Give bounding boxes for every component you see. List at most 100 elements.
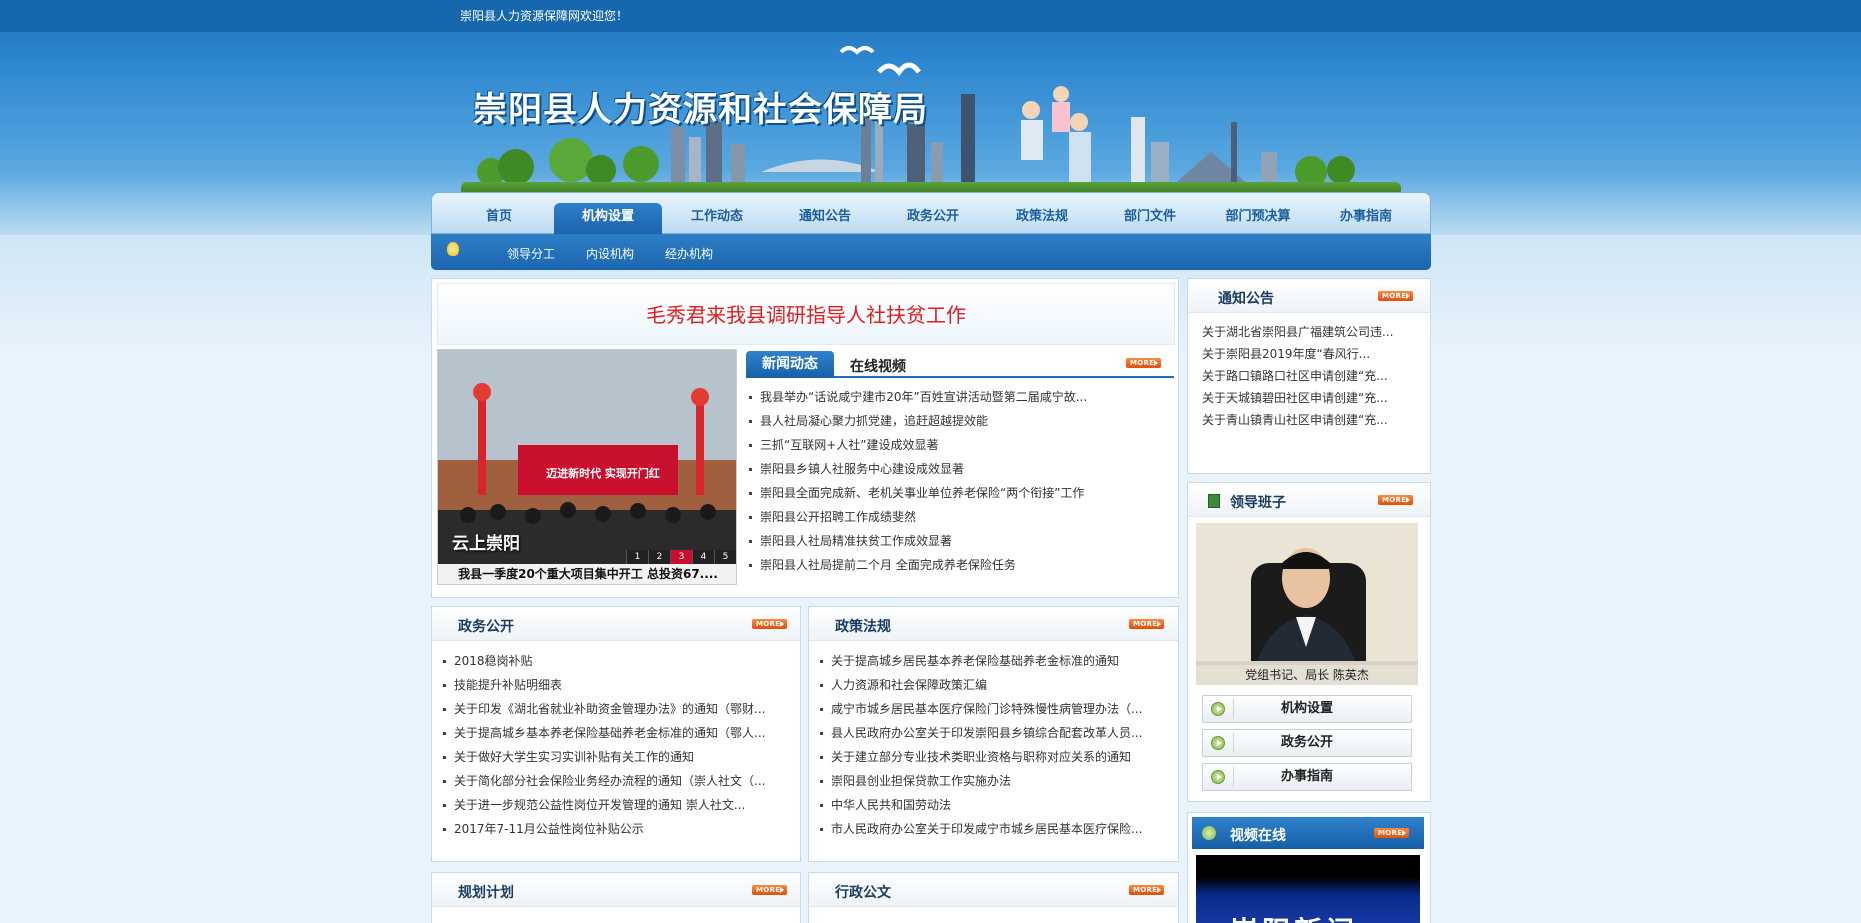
list-item[interactable]: 崇阳县创业担保贷款工作实施办法	[817, 769, 1167, 793]
video-more-button[interactable]: MORE	[1374, 828, 1409, 838]
notices-title: 通知公告	[1218, 291, 1274, 307]
list-item[interactable]: 关于崇阳县2019年度“春风行...	[1202, 343, 1424, 365]
welcome-text: 崇阳县人力资源保障网欢迎您！	[460, 9, 629, 23]
list-item[interactable]: 关于简化部分社会保险业务经办流程的通知（崇人社文（...	[440, 769, 788, 793]
list-item[interactable]: 崇阳县乡镇人社服务中心建设成效显著	[746, 457, 1166, 481]
notices-more-button[interactable]: MORE	[1378, 291, 1413, 301]
gov-open-list: 2018稳岗补贴 技能提升补贴明细表 关于印发《湖北省就业补助资金管理办法》的通…	[440, 649, 788, 841]
gov-open-label: 政务公开	[1280, 735, 1333, 750]
planning-panel: 规划计划 MORE	[431, 872, 801, 923]
policy-title: 政策法规	[835, 619, 891, 635]
leader-portrait	[1196, 523, 1418, 685]
slide-page-2[interactable]: 2	[648, 550, 670, 564]
admin-docs-more-button[interactable]: MORE	[1129, 885, 1164, 895]
video-title: 视频在线	[1230, 828, 1286, 844]
list-item[interactable]: 县人民政府办公室关于印发崇阳县乡镇综合配套改革人员...	[817, 721, 1167, 745]
headline[interactable]: 毛秀君来我县调研指导人社扶贫工作	[437, 283, 1175, 345]
list-item[interactable]: 崇阳县全面完成新、老机关事业单位养老保险“两个衔接”工作	[746, 481, 1166, 505]
nav-item-dept-docs[interactable]: 部门文件	[1096, 205, 1204, 224]
video-screen-text: 崇阳新闻	[1230, 910, 1358, 923]
leaders-title: 领导班子	[1230, 495, 1286, 511]
notices-list: 关于湖北省崇阳县广福建筑公司违... 关于崇阳县2019年度“春风行... 关于…	[1202, 321, 1424, 431]
nav-item-gov-open[interactable]: 政务公开	[879, 205, 987, 224]
list-item[interactable]: 人力资源和社会保障政策汇编	[817, 673, 1167, 697]
planning-header: 规划计划 MORE	[432, 873, 800, 907]
gov-open-more-button[interactable]: MORE	[752, 619, 787, 629]
policy-more-button[interactable]: MORE	[1129, 619, 1164, 629]
list-item[interactable]: 市人民政府办公室关于印发咸宁市城乡居民基本医疗保险...	[817, 817, 1167, 841]
slide-page-5[interactable]: 5	[714, 550, 736, 564]
nav-item-org[interactable]: 机构设置	[554, 203, 662, 235]
nav-item-notices[interactable]: 通知公告	[771, 205, 879, 224]
gov-open-panel: 政务公开 MORE 2018稳岗补贴 技能提升补贴明细表 关于印发《湖北省就业补…	[431, 606, 801, 862]
play-icon	[1202, 826, 1216, 840]
tab-video[interactable]: 在线视频	[850, 356, 906, 376]
policy-list: 关于提高城乡居民基本养老保险基础养老金标准的通知 人力资源和社会保障政策汇编 咸…	[817, 649, 1167, 841]
leaders-more-button[interactable]: MORE	[1378, 495, 1413, 505]
notices-header: 通知公告 MORE	[1188, 279, 1430, 313]
nav-item-guide[interactable]: 办事指南	[1312, 205, 1420, 224]
list-item[interactable]: 崇阳县公开招聘工作成绩斐然	[746, 505, 1166, 529]
list-item[interactable]: 我县举办“话说咸宁建市20年”百姓宣讲活动暨第二届咸宁故...	[746, 385, 1166, 409]
list-item[interactable]: 关于印发《湖北省就业补助资金管理办法》的通知（鄂财...	[440, 697, 788, 721]
list-item[interactable]: 关于建立部分专业技术类职业资格与职称对应关系的通知	[817, 745, 1167, 769]
news-panel: 毛秀君来我县调研指导人社扶贫工作 迈进新时代 实现开门红 云上崇阳 1 2 3 …	[431, 278, 1179, 598]
tab-news[interactable]: 新闻动态	[746, 351, 834, 378]
org-setup-label: 机构设置	[1280, 701, 1333, 716]
nav-item-policy[interactable]: 政策法规	[988, 205, 1096, 224]
slideshow[interactable]: 迈进新时代 实现开门红 云上崇阳 1 2 3 4 5 我县一季度20个重大项目集…	[437, 349, 737, 585]
list-item[interactable]: 2018稳岗补贴	[440, 649, 788, 673]
nav-item-budget[interactable]: 部门预决算	[1204, 205, 1312, 224]
list-item[interactable]: 关于青山镇青山社区申请创建“充...	[1202, 409, 1424, 431]
video-header: 视频在线 MORE	[1192, 817, 1424, 849]
list-item[interactable]: 关于路口镇路口社区申请创建“充...	[1202, 365, 1424, 387]
list-item[interactable]: 关于天城镇碧田社区申请创建“充...	[1202, 387, 1424, 409]
planning-title: 规划计划	[458, 885, 514, 901]
list-item[interactable]: 崇阳县人社局精准扶贫工作成效显著	[746, 529, 1166, 553]
subnav-agencies[interactable]: 经办机构	[665, 245, 713, 262]
video-player[interactable]: 崇阳新闻	[1196, 855, 1420, 923]
gov-open-button[interactable]: 政务公开	[1202, 729, 1412, 757]
site-banner: 崇阳县人力资源和社会保障局	[431, 32, 1431, 192]
list-item[interactable]: 崇阳县人社局提前二个月 全面完成养老保险任务	[746, 553, 1166, 577]
list-item[interactable]: 关于做好大学生实习实训补贴有关工作的通知	[440, 745, 788, 769]
policy-header: 政策法规 MORE	[809, 607, 1178, 641]
slide-caption[interactable]: 我县一季度20个重大项目集中开工 总投资67....	[438, 564, 736, 584]
guide-button[interactable]: 办事指南	[1202, 763, 1412, 791]
news-more-button[interactable]: MORE	[1126, 358, 1161, 368]
sub-nav: 领导分工 内设机构 经办机构	[431, 234, 1431, 270]
slide-page-3[interactable]: 3	[670, 550, 692, 564]
arrow-circle-icon	[1211, 770, 1225, 784]
slide-page-4[interactable]: 4	[692, 550, 714, 564]
planning-more-button[interactable]: MORE	[752, 885, 787, 895]
list-item[interactable]: 技能提升补贴明细表	[440, 673, 788, 697]
slide-banner-text: 迈进新时代 实现开门红	[546, 467, 660, 480]
leaders-header: 领导班子 MORE	[1188, 483, 1430, 517]
bulb-icon	[447, 242, 459, 256]
leader-photo[interactable]: 党组书记、局长 陈英杰	[1196, 523, 1418, 685]
admin-docs-header: 行政公文 MORE	[809, 873, 1178, 907]
arrow-circle-icon	[1211, 702, 1225, 716]
list-item[interactable]: 县人社局凝心聚力抓党建，追赶超越提效能	[746, 409, 1166, 433]
nav-item-home[interactable]: 首页	[445, 205, 553, 224]
org-setup-button[interactable]: 机构设置	[1202, 695, 1412, 723]
slide-pager: 1 2 3 4 5	[626, 550, 736, 564]
list-item[interactable]: 三抓“互联网+人社”建设成效显著	[746, 433, 1166, 457]
list-item[interactable]: 关于湖北省崇阳县广福建筑公司违...	[1202, 321, 1424, 343]
slide-logo-text: 云上崇阳	[452, 534, 520, 554]
list-item[interactable]: 关于进一步规范公益性岗位开发管理的通知 崇人社文...	[440, 793, 788, 817]
top-bar: 崇阳县人力资源保障网欢迎您！	[0, 0, 1861, 32]
main-nav: 首页 机构设置 工作动态 通知公告 政务公开 政策法规 部门文件 部门预决算 办…	[431, 192, 1431, 235]
notices-panel: 通知公告 MORE 关于湖北省崇阳县广福建筑公司违... 关于崇阳县2019年度…	[1187, 278, 1431, 474]
list-item[interactable]: 关于提高城乡居民基本养老保险基础养老金标准的通知	[817, 649, 1167, 673]
subnav-leader-duties[interactable]: 领导分工	[507, 245, 555, 262]
list-item[interactable]: 咸宁市城乡居民基本医疗保险门诊特殊慢性病管理办法（...	[817, 697, 1167, 721]
list-item[interactable]: 2017年7-11月公益性岗位补贴公示	[440, 817, 788, 841]
news-list: 我县举办“话说咸宁建市20年”百姓宣讲活动暨第二届咸宁故... 县人社局凝心聚力…	[746, 385, 1166, 577]
nav-item-work-news[interactable]: 工作动态	[663, 205, 771, 224]
book-icon	[1208, 494, 1220, 508]
subnav-internal-org[interactable]: 内设机构	[586, 245, 634, 262]
slide-page-1[interactable]: 1	[626, 550, 648, 564]
list-item[interactable]: 中华人民共和国劳动法	[817, 793, 1167, 817]
list-item[interactable]: 关于提高城乡基本养老保险基础养老金标准的通知（鄂人...	[440, 721, 788, 745]
